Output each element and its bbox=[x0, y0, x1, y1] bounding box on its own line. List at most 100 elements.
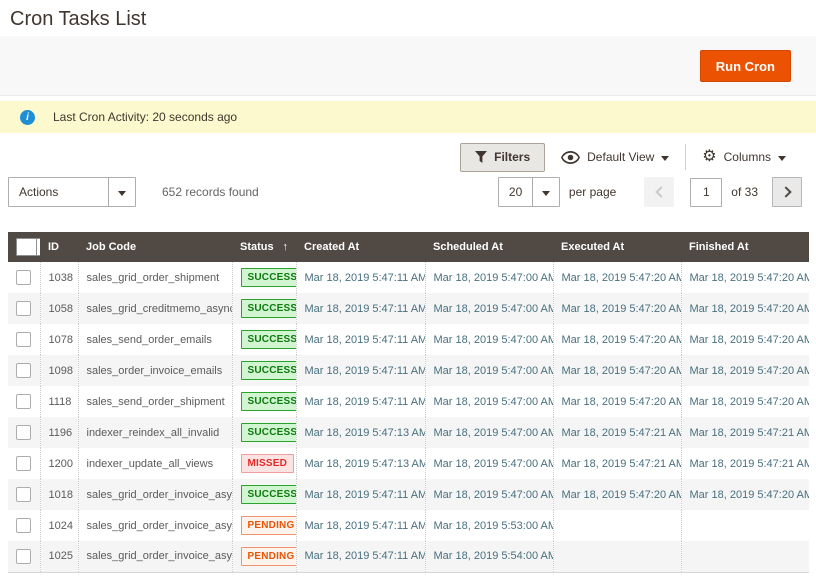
run-cron-button[interactable]: Run Cron bbox=[700, 50, 791, 82]
info-icon: i bbox=[20, 110, 35, 125]
page-title: Cron Tasks List bbox=[10, 8, 146, 31]
cell-executed-at: Mar 18, 2019 5:47:20 AM bbox=[553, 386, 681, 417]
cell-scheduled-at: Mar 18, 2019 5:47:00 AM bbox=[425, 293, 553, 324]
cell-executed-at: Mar 18, 2019 5:47:21 AM bbox=[553, 417, 681, 448]
row-checkbox-cell bbox=[8, 262, 40, 293]
table-header: ID Job Code Status ↑ Created At Schedule… bbox=[8, 232, 809, 262]
filter-funnel-icon bbox=[475, 151, 487, 163]
cell-job-code: sales_grid_creditmemo_async bbox=[78, 293, 232, 324]
select-all-caret[interactable] bbox=[36, 239, 40, 255]
status-badge: SUCCESS bbox=[241, 361, 297, 380]
cell-id: 1024 bbox=[40, 510, 78, 541]
cell-finished-at bbox=[681, 510, 809, 541]
cell-scheduled-at: Mar 18, 2019 5:47:00 AM bbox=[425, 262, 553, 293]
filters-button[interactable]: Filters bbox=[460, 143, 545, 172]
cell-created-at: Mar 18, 2019 5:47:13 AM bbox=[296, 448, 425, 479]
previous-page-button[interactable] bbox=[644, 177, 674, 207]
cell-created-at: Mar 18, 2019 5:47:11 AM bbox=[296, 262, 425, 293]
cell-status: SUCCESS bbox=[232, 417, 296, 448]
row-checkbox-cell bbox=[8, 510, 40, 541]
select-all-control[interactable] bbox=[16, 238, 40, 256]
column-header-id[interactable]: ID bbox=[40, 232, 78, 262]
row-checkbox[interactable] bbox=[16, 270, 31, 285]
table-row: 1025 sales_grid_order_invoice_async PEND… bbox=[8, 541, 809, 572]
page-number-input[interactable] bbox=[690, 178, 722, 207]
default-view-dropdown[interactable]: Default View bbox=[545, 150, 685, 164]
cell-job-code: sales_send_order_emails bbox=[78, 324, 232, 355]
column-header-executed-at[interactable]: Executed At bbox=[553, 232, 681, 262]
total-pages-label: of 33 bbox=[731, 185, 758, 199]
cell-scheduled-at: Mar 18, 2019 5:47:00 AM bbox=[425, 479, 553, 510]
chevron-down-icon bbox=[778, 156, 786, 161]
actions-select-caret[interactable] bbox=[108, 178, 135, 206]
row-checkbox-cell bbox=[8, 293, 40, 324]
cell-created-at: Mar 18, 2019 5:47:13 AM bbox=[296, 417, 425, 448]
cell-scheduled-at: Mar 18, 2019 5:47:00 AM bbox=[425, 386, 553, 417]
status-badge: SUCCESS bbox=[241, 268, 297, 287]
cell-scheduled-at: Mar 18, 2019 5:47:00 AM bbox=[425, 448, 553, 479]
cell-id: 1118 bbox=[40, 386, 78, 417]
cell-status: SUCCESS bbox=[232, 355, 296, 386]
sort-ascending-icon: ↑ bbox=[283, 241, 289, 253]
status-badge: PENDING bbox=[241, 547, 297, 566]
cell-finished-at: Mar 18, 2019 5:47:20 AM bbox=[681, 355, 809, 386]
column-header-created-at[interactable]: Created At bbox=[296, 232, 425, 262]
grid-actions-row: Actions 652 records found 20 per page of… bbox=[8, 176, 802, 208]
cell-executed-at: Mar 18, 2019 5:47:21 AM bbox=[553, 448, 681, 479]
per-page-select-caret[interactable] bbox=[532, 178, 559, 206]
cell-status: SUCCESS bbox=[232, 293, 296, 324]
columns-dropdown[interactable]: ⚙ Columns bbox=[686, 149, 802, 165]
column-header-scheduled-at[interactable]: Scheduled At bbox=[425, 232, 553, 262]
cell-job-code: indexer_reindex_all_invalid bbox=[78, 417, 232, 448]
cell-id: 1196 bbox=[40, 417, 78, 448]
cell-created-at: Mar 18, 2019 5:47:11 AM bbox=[296, 386, 425, 417]
row-checkbox[interactable] bbox=[16, 425, 31, 440]
cell-status: SUCCESS bbox=[232, 262, 296, 293]
row-checkbox[interactable] bbox=[16, 549, 31, 564]
row-checkbox[interactable] bbox=[16, 363, 31, 378]
table-row: 1098 sales_order_invoice_emails SUCCESS … bbox=[8, 355, 809, 386]
actions-select[interactable]: Actions bbox=[8, 177, 136, 207]
cell-id: 1038 bbox=[40, 262, 78, 293]
row-checkbox[interactable] bbox=[16, 487, 31, 502]
row-checkbox[interactable] bbox=[16, 301, 31, 316]
cell-created-at: Mar 18, 2019 5:47:11 AM bbox=[296, 541, 425, 572]
column-header-status[interactable]: Status ↑ bbox=[232, 232, 296, 262]
records-count: 652 records found bbox=[162, 185, 259, 199]
column-header-finished-at[interactable]: Finished At bbox=[681, 232, 809, 262]
chevron-down-icon bbox=[542, 191, 550, 196]
grid-view-controls: Filters Default View ⚙ Columns bbox=[460, 142, 802, 172]
row-checkbox[interactable] bbox=[16, 394, 31, 409]
row-checkbox[interactable] bbox=[16, 332, 31, 347]
cell-finished-at: Mar 18, 2019 5:47:20 AM bbox=[681, 262, 809, 293]
cell-finished-at: Mar 18, 2019 5:47:21 AM bbox=[681, 417, 809, 448]
cell-id: 1058 bbox=[40, 293, 78, 324]
cell-finished-at: Mar 18, 2019 5:47:20 AM bbox=[681, 386, 809, 417]
table-row: 1038 sales_grid_order_shipment SUCCESS M… bbox=[8, 262, 809, 293]
next-page-button[interactable] bbox=[772, 177, 802, 207]
row-checkbox-cell bbox=[8, 386, 40, 417]
status-badge: SUCCESS bbox=[241, 299, 297, 318]
row-checkbox[interactable] bbox=[16, 518, 31, 533]
cell-executed-at bbox=[553, 541, 681, 572]
row-checkbox-cell bbox=[8, 448, 40, 479]
cell-status: SUCCESS bbox=[232, 479, 296, 510]
cell-executed-at: Mar 18, 2019 5:47:20 AM bbox=[553, 262, 681, 293]
column-header-job-code[interactable]: Job Code bbox=[78, 232, 232, 262]
cell-scheduled-at: Mar 18, 2019 5:47:00 AM bbox=[425, 355, 553, 386]
cell-created-at: Mar 18, 2019 5:47:11 AM bbox=[296, 293, 425, 324]
row-checkbox[interactable] bbox=[16, 456, 31, 471]
per-page-select[interactable]: 20 bbox=[498, 177, 560, 207]
select-all-checkbox[interactable] bbox=[17, 239, 36, 255]
chevron-right-icon bbox=[780, 186, 791, 197]
status-badge: PENDING bbox=[241, 516, 297, 535]
select-all-header-cell bbox=[8, 232, 40, 262]
status-header-label: Status bbox=[240, 241, 274, 253]
cell-scheduled-at: Mar 18, 2019 5:54:00 AM bbox=[425, 541, 553, 572]
status-badge: SUCCESS bbox=[241, 392, 297, 411]
per-page-value: 20 bbox=[499, 178, 532, 206]
cell-status: SUCCESS bbox=[232, 324, 296, 355]
row-checkbox-cell bbox=[8, 355, 40, 386]
last-cron-activity-notice: i Last Cron Activity: 20 seconds ago bbox=[0, 101, 816, 133]
row-checkbox-cell bbox=[8, 479, 40, 510]
